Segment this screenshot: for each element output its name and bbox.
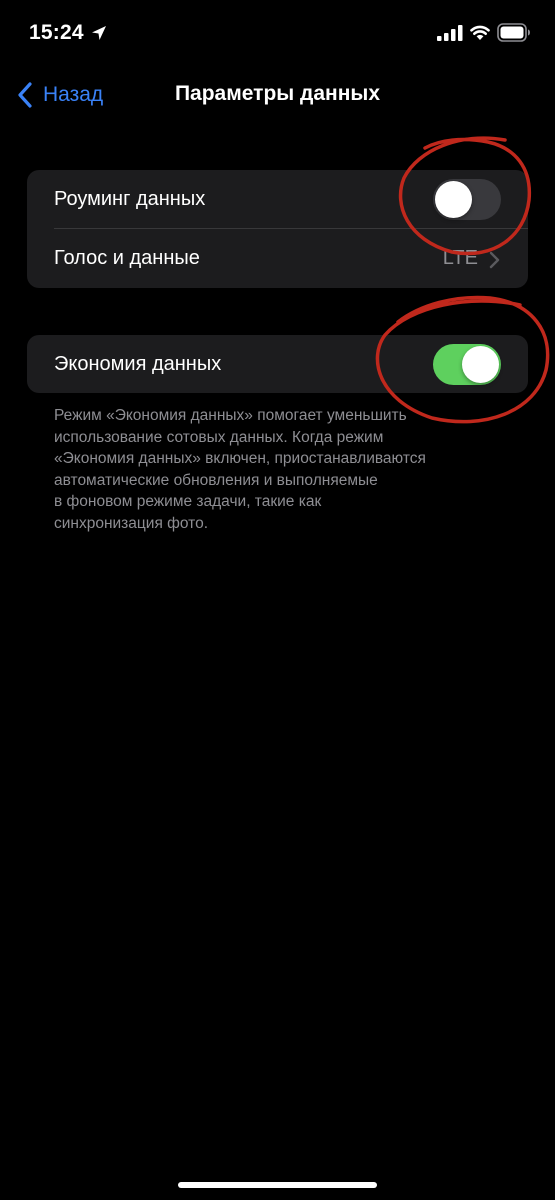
voice-and-data-value: LTE [442,247,478,269]
data-roaming-toggle[interactable] [433,179,501,220]
settings-group-roaming: Роуминг данных Голос и данные LTE [27,170,528,288]
row-label-voice-and-data: Голос и данные [54,247,200,269]
status-bar: 15:24 [0,0,555,66]
description-line: использование сотовых данных. Когда режи… [54,428,384,446]
row-data-roaming: Роуминг данных [27,170,528,229]
toggle-knob [462,346,499,383]
settings-group-low-data: Экономия данных [27,335,528,393]
toggle-knob [435,181,472,218]
description-line: Режим «Экономия данных» помогает уменьши… [54,407,407,424]
description-line: синхронизация фото. [54,514,209,532]
status-time: 15:24 [29,21,84,44]
battery-icon [497,23,530,42]
wifi-icon [470,25,490,40]
row-low-data-mode: Экономия данных [27,335,528,393]
home-indicator[interactable] [178,1182,377,1188]
cellular-signal-icon [437,25,463,41]
description-line: «Экономия данных» включен, приостанавлив… [54,450,426,467]
low-data-mode-description: Режим «Экономия данных» помогает уменьши… [54,405,504,534]
location-arrow-icon [92,26,106,40]
row-voice-and-data[interactable]: Голос и данные LTE [27,229,528,288]
chevron-right-icon [489,251,500,269]
description-line: автоматические обновления и выполняемые [54,471,378,489]
row-label-data-roaming: Роуминг данных [54,188,206,210]
navigation-bar: Назад Параметры данных [0,70,555,120]
description-line: в фоновом режиме задачи, такие как [54,493,322,510]
row-label-low-data-mode: Экономия данных [54,353,222,375]
low-data-mode-toggle[interactable] [433,344,501,385]
page-title: Параметры данных [174,82,381,105]
